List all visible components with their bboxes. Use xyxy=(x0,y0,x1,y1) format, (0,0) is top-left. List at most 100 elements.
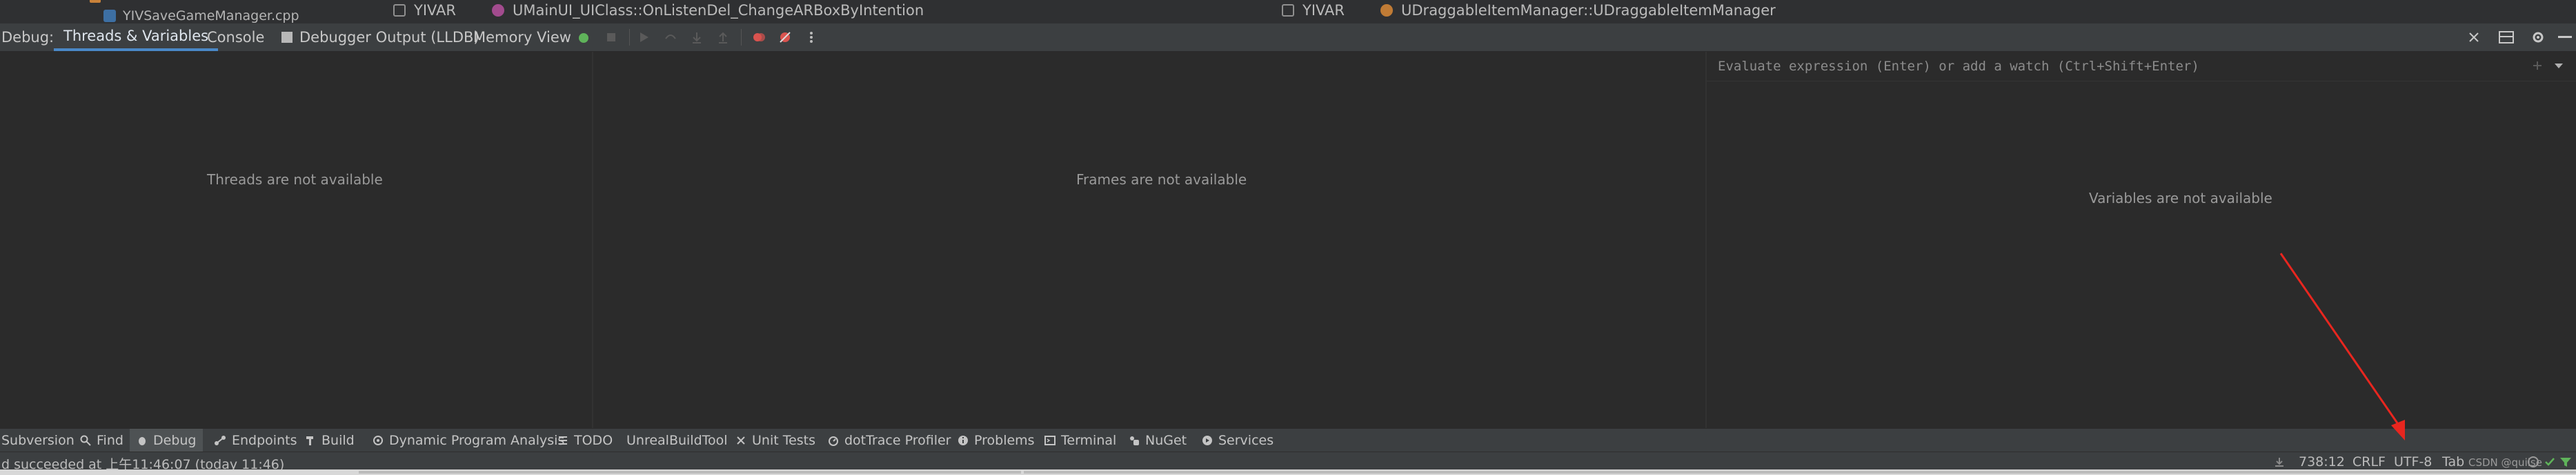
nuget-icon xyxy=(1130,436,1139,445)
breadcrumb-left-module: YIVAR xyxy=(414,2,457,19)
tool-window-label: Services xyxy=(1218,433,1274,448)
file-encoding[interactable]: UTF-8 xyxy=(2394,454,2432,469)
tool-window-label: Dynamic Program Analysis xyxy=(389,433,565,448)
tab-debugger-output-label: Debugger Output (LLDB) xyxy=(299,29,479,46)
evaluate-expression-input[interactable] xyxy=(1716,56,2499,77)
tool-window-label: Find xyxy=(97,433,123,448)
filter-icon[interactable] xyxy=(2559,456,2572,467)
step-over-icon[interactable] xyxy=(664,30,677,44)
endpoints-icon xyxy=(215,436,226,445)
module-icon xyxy=(1282,4,1294,17)
breadcrumb-right-symbol: UDraggableItemManager::UDraggableItemMan… xyxy=(1401,2,1776,19)
unit-tests-icon xyxy=(737,436,745,445)
folder-icon xyxy=(90,0,101,3)
search-icon xyxy=(80,435,91,446)
output-icon xyxy=(281,32,293,43)
variables-panel: Variables are not available xyxy=(1707,52,2576,428)
tool-window-unrealbuildtool[interactable]: UnrealBuildTool xyxy=(626,429,728,452)
indent-setting[interactable]: Tab xyxy=(2442,454,2464,469)
scroll-segment xyxy=(359,471,1021,474)
editor-top-strip: YIVSaveGameManager.cpp YIVAR UMainUI_UIC… xyxy=(0,0,2576,24)
tool-window-label: NuGet xyxy=(1145,433,1187,448)
tool-window-find[interactable]: Find xyxy=(80,429,123,452)
step-out-icon[interactable] xyxy=(716,30,730,44)
frames-panel: Frames are not available xyxy=(593,52,1705,428)
line-ending[interactable]: CRLF xyxy=(2352,454,2386,469)
tool-window-bar: Subversion Find Debug Endpoints Build Dy… xyxy=(0,428,2576,452)
frames-empty-message: Frames are not available xyxy=(1076,171,1247,188)
rerun-icon[interactable] xyxy=(577,30,591,44)
hammer-icon xyxy=(306,436,313,445)
terminal-icon xyxy=(1044,436,1056,445)
analysis-icon xyxy=(373,436,383,445)
tab-memory-view[interactable]: Memory View xyxy=(473,23,571,51)
breadcrumb-right[interactable]: YIVAR UDraggableItemManager::UDraggableI… xyxy=(1282,1,1776,19)
download-icon[interactable] xyxy=(2274,456,2285,467)
toolbar-divider xyxy=(629,29,630,46)
threads-empty-message: Threads are not available xyxy=(207,171,383,188)
tool-window-problems[interactable]: Problems xyxy=(958,429,1035,452)
tool-window-label: TODO xyxy=(574,433,613,448)
tab-debugger-output[interactable]: Debugger Output (LLDB) xyxy=(281,23,479,51)
add-watch-icon[interactable] xyxy=(2532,60,2543,71)
tool-window-label: dotTrace Profiler xyxy=(844,433,951,448)
file-name: YIVSaveGameManager.cpp xyxy=(123,8,299,23)
minimize-icon[interactable] xyxy=(2558,36,2572,39)
gear-icon[interactable] xyxy=(2530,30,2546,45)
tool-window-label: Problems xyxy=(974,433,1035,448)
caret-position[interactable]: 738:12 xyxy=(2299,454,2345,469)
tool-window-label: Build xyxy=(321,433,355,448)
step-into-icon[interactable] xyxy=(690,30,704,44)
breadcrumb-left-symbol: UMainUI_UIClass::OnListenDel_ChangeARBox… xyxy=(513,2,924,19)
breadcrumb-right-module: YIVAR xyxy=(1302,2,1345,19)
resume-icon[interactable] xyxy=(637,30,651,44)
tab-threads-variables[interactable]: Threads & Variables xyxy=(54,23,219,51)
tool-window-services[interactable]: Services xyxy=(1202,429,1274,452)
tool-window-dynamic-program-analysis[interactable]: Dynamic Program Analysis xyxy=(373,429,564,452)
view-breakpoints-icon[interactable] xyxy=(752,30,766,44)
tool-window-build[interactable]: Build xyxy=(305,429,355,452)
tool-window-label: Debug xyxy=(153,433,197,448)
watch-expression-bar xyxy=(1707,52,2576,81)
services-icon xyxy=(1202,436,1212,445)
variables-empty-message: Variables are not available xyxy=(2089,190,2272,206)
tool-window-label: Unit Tests xyxy=(752,433,816,448)
module-icon xyxy=(393,4,406,17)
tool-window-todo[interactable]: TODO xyxy=(557,429,613,452)
method-icon xyxy=(492,4,505,17)
tool-window-dottrace-profiler[interactable]: dotTrace Profiler xyxy=(828,429,951,452)
layout-icon[interactable] xyxy=(2499,30,2514,44)
more-options-icon[interactable] xyxy=(804,30,818,44)
tool-window-label: Terminal xyxy=(1061,433,1117,448)
tool-window-terminal[interactable]: Terminal xyxy=(1044,429,1116,452)
tool-window-label: Endpoints xyxy=(232,433,297,448)
info-icon xyxy=(958,436,968,445)
inspection-icon[interactable] xyxy=(2528,456,2539,467)
mute-breakpoints-icon[interactable] xyxy=(778,30,792,44)
tool-window-debug[interactable]: Debug xyxy=(130,429,204,452)
list-icon xyxy=(559,436,567,445)
threads-panel: Threads are not available xyxy=(0,52,592,428)
tool-window-endpoints[interactable]: Endpoints xyxy=(214,429,297,452)
toolbar-divider xyxy=(741,29,742,46)
tool-window-subversion[interactable]: Subversion xyxy=(1,429,75,452)
tool-window-label: UnrealBuildTool xyxy=(626,433,728,448)
window-bottom-edge xyxy=(0,469,2576,475)
scroll-segment xyxy=(1024,471,2576,474)
debug-tool-window-header: Debug: Threads & Variables Console Debug… xyxy=(0,23,2576,52)
close-icon[interactable] xyxy=(2467,30,2481,44)
tool-window-unit-tests[interactable]: Unit Tests xyxy=(735,429,815,452)
status-bar: d succeeded at 上午11:46:07 (today 11:46) … xyxy=(0,452,2576,472)
chevron-down-icon[interactable] xyxy=(2554,63,2564,70)
tab-console[interactable]: Console xyxy=(207,23,264,51)
breadcrumb-left[interactable]: YIVAR UMainUI_UIClass::OnListenDel_Chang… xyxy=(393,1,924,19)
project-file-item[interactable]: YIVSaveGameManager.cpp xyxy=(103,8,299,23)
check-icon[interactable] xyxy=(2544,456,2555,467)
tool-window-label: Subversion xyxy=(1,433,75,448)
tool-window-nuget[interactable]: NuGet xyxy=(1129,429,1187,452)
constructor-icon xyxy=(1380,4,1394,17)
stop-icon[interactable] xyxy=(604,30,618,44)
profiler-icon xyxy=(829,436,838,446)
debug-label: Debug: xyxy=(1,29,55,46)
bug-icon xyxy=(139,437,146,445)
